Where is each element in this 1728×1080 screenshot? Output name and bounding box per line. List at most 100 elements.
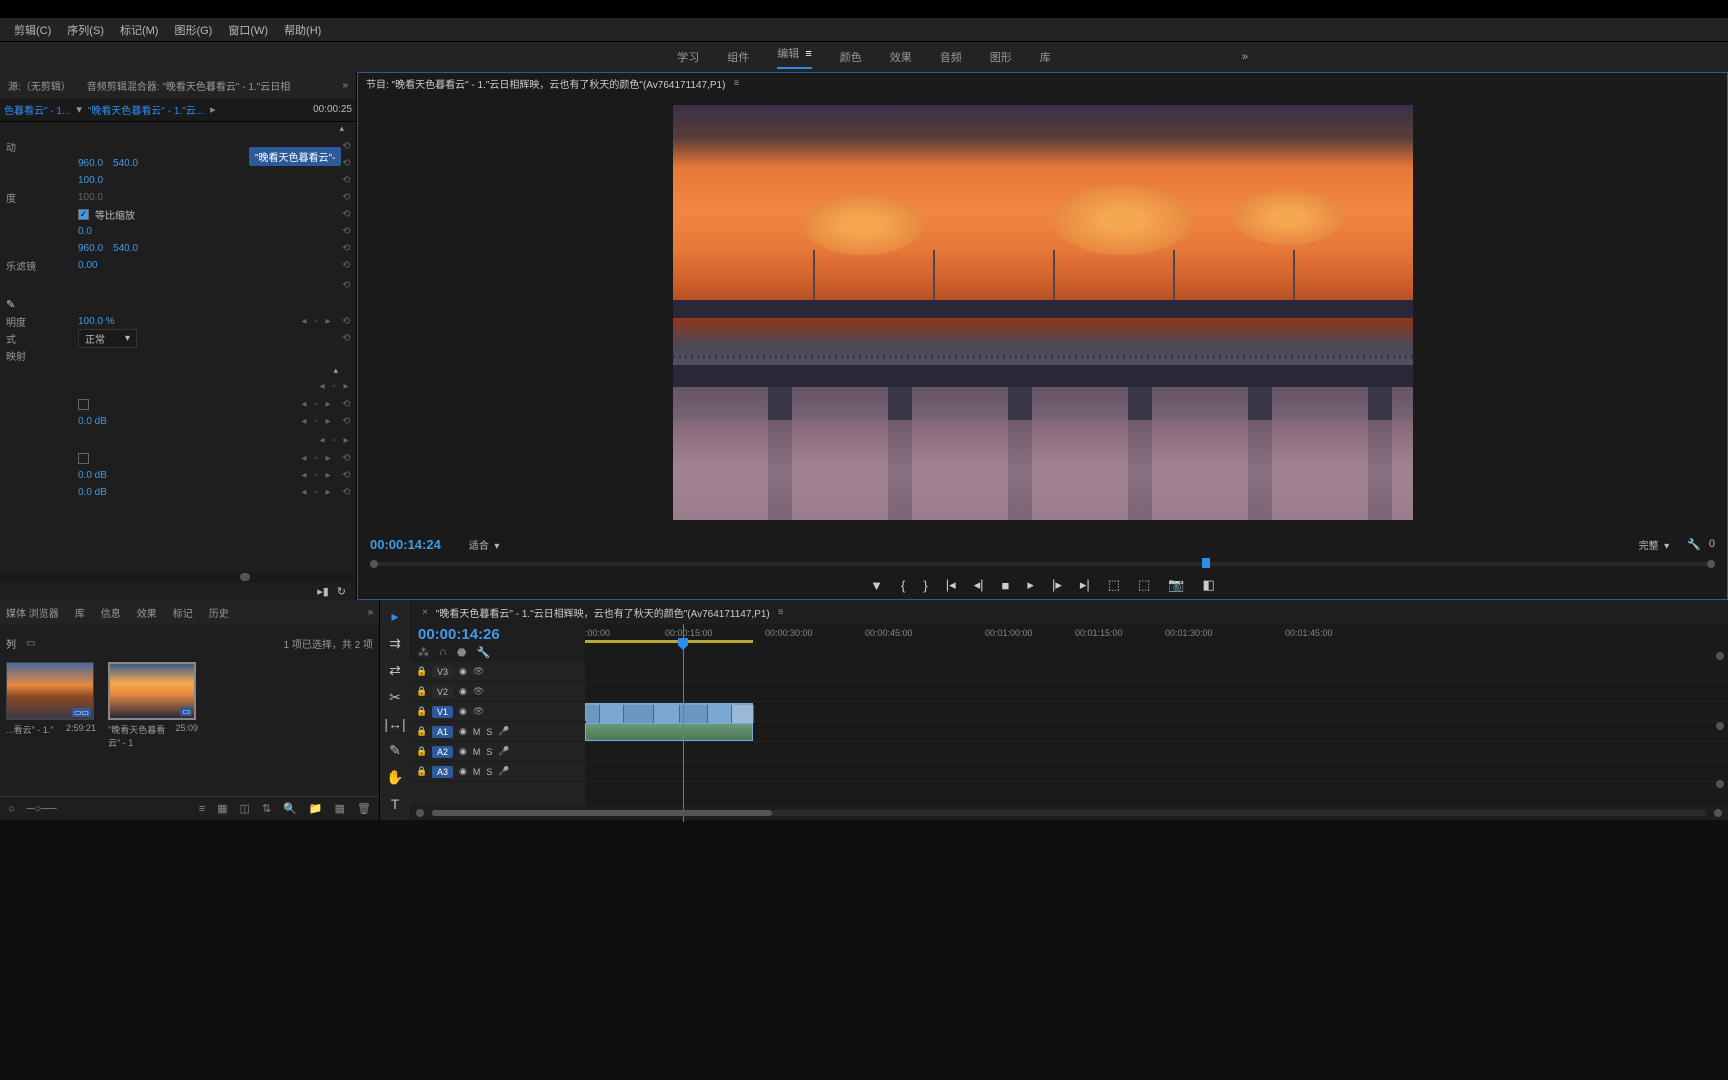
panel-overflow-icon[interactable]: » bbox=[367, 607, 373, 618]
icon-view-icon[interactable]: ▦ bbox=[217, 802, 227, 815]
track-a3-toggle[interactable]: A3 bbox=[432, 766, 453, 778]
snap-icon[interactable]: ⁂ bbox=[418, 646, 429, 659]
go-to-in-icon[interactable]: |◂ bbox=[946, 577, 956, 593]
bypass-checkbox[interactable] bbox=[78, 399, 89, 410]
add-marker-icon[interactable]: ▼ bbox=[870, 578, 883, 593]
mute-button[interactable]: M bbox=[473, 747, 481, 757]
kf-add-icon[interactable]: ◦ bbox=[312, 416, 320, 427]
eye-icon[interactable]: 👁 bbox=[473, 666, 484, 677]
solo-button[interactable]: S bbox=[486, 747, 492, 757]
reset-icon[interactable]: ⟲ bbox=[342, 316, 350, 327]
lock-icon[interactable]: 🔒 bbox=[416, 726, 426, 737]
sort-icon[interactable]: ⇅ bbox=[262, 802, 271, 815]
kf-add-icon[interactable]: ◦ bbox=[330, 435, 338, 446]
mute-button[interactable]: M bbox=[473, 767, 481, 777]
solo-button[interactable]: S bbox=[486, 727, 492, 737]
extract-icon[interactable]: ⬚ bbox=[1138, 577, 1150, 593]
kf-next-icon[interactable]: ▸ bbox=[324, 453, 332, 464]
track-v3-toggle[interactable]: V3 bbox=[432, 666, 453, 678]
type-tool-icon[interactable]: T bbox=[391, 796, 400, 812]
track-v1-toggle[interactable]: V1 bbox=[432, 706, 453, 718]
horizontal-scrollbar[interactable] bbox=[0, 572, 356, 582]
lock-icon[interactable]: 🔒 bbox=[416, 686, 426, 697]
scroll-marker[interactable] bbox=[1716, 652, 1724, 660]
collapse-icon[interactable]: ▴ bbox=[333, 365, 338, 375]
panel-overflow-icon[interactable]: » bbox=[342, 80, 348, 91]
slip-tool-icon[interactable]: |↔| bbox=[384, 716, 405, 732]
step-forward-icon[interactable]: |▸ bbox=[1052, 577, 1062, 593]
kf-next-icon[interactable]: ▸ bbox=[342, 381, 350, 392]
anchor-x[interactable]: 960.0 bbox=[78, 243, 103, 254]
eye-icon[interactable]: 👁 bbox=[473, 706, 484, 717]
work-area-bar[interactable] bbox=[585, 640, 753, 643]
reset-icon[interactable]: ⟲ bbox=[342, 487, 350, 498]
scrubber-track[interactable] bbox=[378, 562, 1707, 566]
workspace-graphics[interactable]: 图形 bbox=[990, 49, 1012, 65]
history-tab[interactable]: 历史 bbox=[209, 605, 229, 620]
media-browser-tab[interactable]: 媒体 浏览器 bbox=[6, 605, 59, 620]
audio-clip[interactable] bbox=[585, 723, 753, 741]
reset-icon[interactable]: ⟲ bbox=[342, 243, 350, 254]
audio-mixer-tab[interactable]: 音频剪辑混合器: "晚看天色暮看云" - 1."云日相 bbox=[87, 78, 290, 93]
scrubber-end[interactable] bbox=[1707, 560, 1715, 568]
timeline-ruler[interactable]: :00:00 00:00:15:00 00:00:30:00 00:00:45:… bbox=[585, 624, 1728, 662]
hand-tool-icon[interactable]: ✋ bbox=[386, 769, 403, 786]
zoom-dot-icon[interactable]: ○ bbox=[8, 803, 15, 815]
workspace-audio[interactable]: 音频 bbox=[940, 49, 962, 65]
track-output-icon[interactable]: ◉ bbox=[459, 746, 467, 757]
lock-icon[interactable]: 🔒 bbox=[416, 766, 426, 777]
panel-menu-icon[interactable]: ≡ bbox=[778, 607, 784, 618]
kf-next-icon[interactable]: ▸ bbox=[324, 470, 332, 481]
lock-icon[interactable]: 🔒 bbox=[416, 706, 426, 717]
voice-over-icon[interactable]: 🎤 bbox=[498, 746, 509, 757]
play-icon[interactable]: ▸ bbox=[1027, 577, 1034, 593]
stop-icon[interactable]: ■ bbox=[1002, 578, 1010, 593]
zoom-fit-select[interactable]: 适合 ▾ bbox=[469, 537, 500, 552]
track-a1-toggle[interactable]: A1 bbox=[432, 726, 453, 738]
eye-icon[interactable]: 👁 bbox=[473, 686, 484, 697]
markers-tab[interactable]: 标记 bbox=[173, 605, 193, 620]
reset-icon[interactable]: ⟲ bbox=[342, 175, 350, 186]
reset-icon[interactable]: ⟲ bbox=[342, 260, 350, 271]
reset-icon[interactable]: ⟲ bbox=[342, 158, 350, 169]
track-content-area[interactable] bbox=[585, 662, 1728, 806]
reset-icon[interactable]: ⟲ bbox=[342, 399, 350, 410]
info-tab[interactable]: 信息 bbox=[101, 605, 121, 620]
library-tab[interactable]: 库 bbox=[75, 605, 85, 620]
kf-add-icon[interactable]: ◦ bbox=[312, 453, 320, 464]
scrubber-start[interactable] bbox=[370, 560, 378, 568]
kf-prev-icon[interactable]: ◂ bbox=[300, 470, 308, 481]
comparison-icon[interactable]: ◧ bbox=[1203, 577, 1215, 593]
menu-sequence[interactable]: 序列(S) bbox=[59, 22, 112, 38]
voice-over-icon[interactable]: 🎤 bbox=[498, 726, 509, 737]
settings-icon[interactable]: 🔧 bbox=[477, 646, 491, 659]
list-view-icon[interactable]: ≡ bbox=[199, 803, 205, 815]
kf-prev-icon[interactable]: ◂ bbox=[318, 381, 326, 392]
level-value[interactable]: 0.0 dB bbox=[78, 487, 107, 498]
playhead-line[interactable] bbox=[683, 662, 684, 806]
menu-window[interactable]: 窗口(W) bbox=[220, 22, 276, 38]
kf-prev-icon[interactable]: ◂ bbox=[318, 435, 326, 446]
pen-tool-icon[interactable]: ✎ bbox=[389, 742, 401, 759]
workspace-learning[interactable]: 学习 bbox=[677, 49, 699, 65]
resolution-select[interactable]: 完整 ▾ bbox=[1639, 537, 1670, 552]
play-indicator-icon[interactable]: ▸ bbox=[210, 103, 216, 116]
source-tab[interactable]: 源:（无剪辑） bbox=[8, 78, 71, 93]
track-output-icon[interactable]: ◉ bbox=[459, 766, 467, 777]
level-value[interactable]: 0.0 dB bbox=[78, 470, 107, 481]
menu-edit[interactable]: 剪辑(C) bbox=[6, 22, 59, 38]
panel-menu-icon[interactable]: ≡ bbox=[733, 78, 739, 89]
scroll-marker[interactable] bbox=[1716, 780, 1724, 788]
effects-tab[interactable]: 效果 bbox=[137, 605, 157, 620]
bypass-checkbox[interactable] bbox=[78, 453, 89, 464]
reset-icon[interactable]: ⟲ bbox=[342, 141, 350, 152]
kf-add-icon[interactable]: ◦ bbox=[312, 316, 320, 327]
find-icon[interactable]: 🔍 bbox=[283, 802, 297, 815]
kf-next-icon[interactable]: ▸ bbox=[342, 435, 350, 446]
clip-badge[interactable]: "晚看天色暮看云"- bbox=[249, 147, 341, 166]
reset-icon[interactable]: ⟲ bbox=[342, 209, 350, 220]
freeform-view-icon[interactable]: ◫ bbox=[240, 802, 250, 815]
menu-help[interactable]: 帮助(H) bbox=[276, 22, 329, 38]
new-item-icon[interactable]: ▦ bbox=[335, 802, 345, 815]
scrubber-playhead[interactable] bbox=[1202, 558, 1210, 568]
